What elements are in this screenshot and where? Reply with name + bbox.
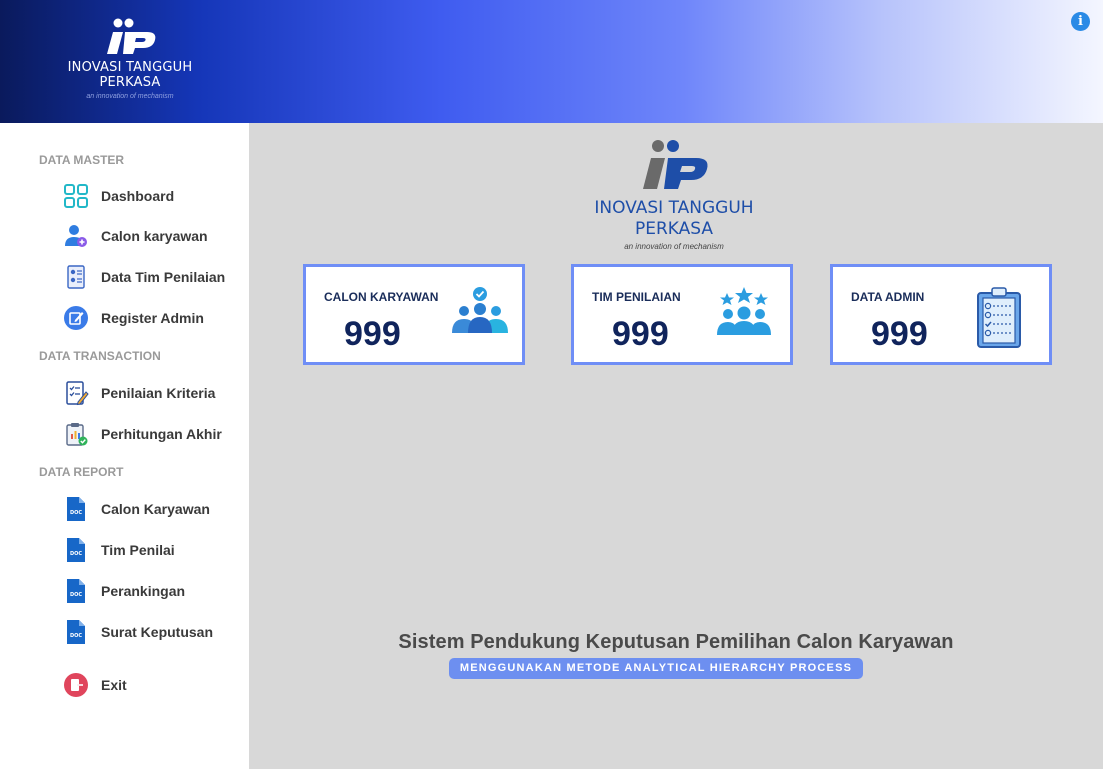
- user-add-icon: [62, 222, 90, 250]
- sidebar-item-label: Tim Penilai: [101, 542, 175, 558]
- sidebar-item-data-tim-penilaian[interactable]: Data Tim Penilaian: [62, 262, 242, 292]
- exit-button[interactable]: Exit: [62, 670, 242, 700]
- header-logo: INOVASI TANGGUH PERKASA an innovation of…: [60, 18, 200, 100]
- card-value: 999: [871, 315, 928, 353]
- section-data-transaction: DATA TRANSACTION: [39, 349, 161, 363]
- doc-file-icon: DOC: [62, 618, 90, 646]
- card-title: TIM PENILAIAN: [592, 290, 681, 304]
- main-logo: INOVASI TANGGUH PERKASA an innovation of…: [579, 139, 769, 251]
- sidebar-item-perhitungan-akhir[interactable]: Perhitungan Akhir: [62, 419, 242, 449]
- exit-icon: [62, 671, 90, 699]
- section-data-master: DATA MASTER: [39, 153, 125, 167]
- card-title: CALON KARYAWAN: [324, 290, 439, 304]
- card-data-admin[interactable]: DATA ADMIN 999: [830, 264, 1052, 365]
- card-value: 999: [344, 315, 401, 353]
- sidebar-item-label: Perhitungan Akhir: [101, 426, 222, 442]
- sidebar-item-report-surat-keputusan[interactable]: DOC Surat Keputusan: [62, 617, 242, 647]
- main-logo-tagline: an innovation of mechanism: [624, 242, 724, 251]
- sidebar-item-label: Data Tim Penilaian: [101, 269, 226, 285]
- sidebar-item-register-admin[interactable]: Register Admin: [62, 303, 242, 333]
- header-banner: INOVASI TANGGUH PERKASA an innovation of…: [0, 0, 1103, 123]
- checklist-edit-icon: [62, 379, 90, 407]
- sidebar-item-report-tim-penilai[interactable]: DOC Tim Penilai: [62, 535, 242, 565]
- svg-text:DOC: DOC: [70, 510, 82, 516]
- card-calon-karyawan[interactable]: CALON KARYAWAN 999: [303, 264, 525, 365]
- sidebar-item-penilaian-kriteria[interactable]: Penilaian Kriteria: [62, 378, 242, 408]
- doc-file-icon: DOC: [62, 536, 90, 564]
- clipboard-list-icon: [975, 287, 1023, 354]
- info-icon[interactable]: i: [1071, 12, 1090, 31]
- sidebar-item-report-perankingan[interactable]: DOC Perankingan: [62, 576, 242, 606]
- sidebar-item-label: Calon karyawan: [101, 228, 208, 244]
- card-title: DATA ADMIN: [851, 290, 925, 304]
- card-value: 999: [612, 315, 669, 353]
- edit-icon: [62, 304, 90, 332]
- sidebar-item-label: Penilaian Kriteria: [101, 385, 216, 401]
- sidebar-item-report-calon-karyawan[interactable]: DOC Calon Karyawan: [62, 494, 242, 524]
- sidebar-item-label: Perankingan: [101, 583, 186, 599]
- svg-text:DOC: DOC: [70, 551, 82, 557]
- main-content: INOVASI TANGGUH PERKASA an innovation of…: [249, 123, 1103, 769]
- exit-label: Exit: [101, 677, 127, 693]
- section-data-report: DATA REPORT: [39, 465, 124, 479]
- card-tim-penilaian[interactable]: TIM PENILAIAN 999: [571, 264, 793, 365]
- dashboard-grid-icon: [62, 182, 90, 210]
- sidebar-item-label: Register Admin: [101, 310, 204, 326]
- sidebar-item-label: Surat Keputusan: [101, 624, 214, 640]
- header-logo-name: INOVASI TANGGUH PERKASA: [67, 60, 193, 90]
- itp-logo-mark-icon: [107, 18, 156, 54]
- sidebar: DATA MASTER Dashboard Calon karyawan Dat…: [0, 123, 249, 769]
- footer-title: Sistem Pendukung Keputusan Pemilihan Cal…: [398, 631, 954, 653]
- doc-file-icon: DOC: [62, 577, 90, 605]
- header-logo-tagline: an innovation of mechanism: [86, 93, 174, 100]
- sidebar-item-calon-karyawan[interactable]: Calon karyawan: [62, 221, 242, 251]
- team-stars-icon: [714, 285, 774, 342]
- svg-text:DOC: DOC: [70, 592, 82, 598]
- sidebar-item-dashboard[interactable]: Dashboard: [62, 181, 242, 211]
- doc-file-icon: DOC: [62, 495, 90, 523]
- sidebar-item-label: Calon Karyawan: [101, 501, 210, 517]
- svg-text:DOC: DOC: [70, 633, 82, 639]
- team-document-icon: [62, 263, 90, 291]
- users-check-icon: [448, 285, 512, 346]
- footer-subtitle-badge: MENGGUNAKAN METODE ANALYTICAL HIERARCHY …: [449, 658, 863, 679]
- clipboard-check-icon: [62, 420, 90, 448]
- sidebar-item-label: Dashboard: [101, 188, 175, 204]
- itp-logo-mark-icon: [643, 140, 708, 189]
- main-logo-name: INOVASI TANGGUH PERKASA: [594, 198, 754, 239]
